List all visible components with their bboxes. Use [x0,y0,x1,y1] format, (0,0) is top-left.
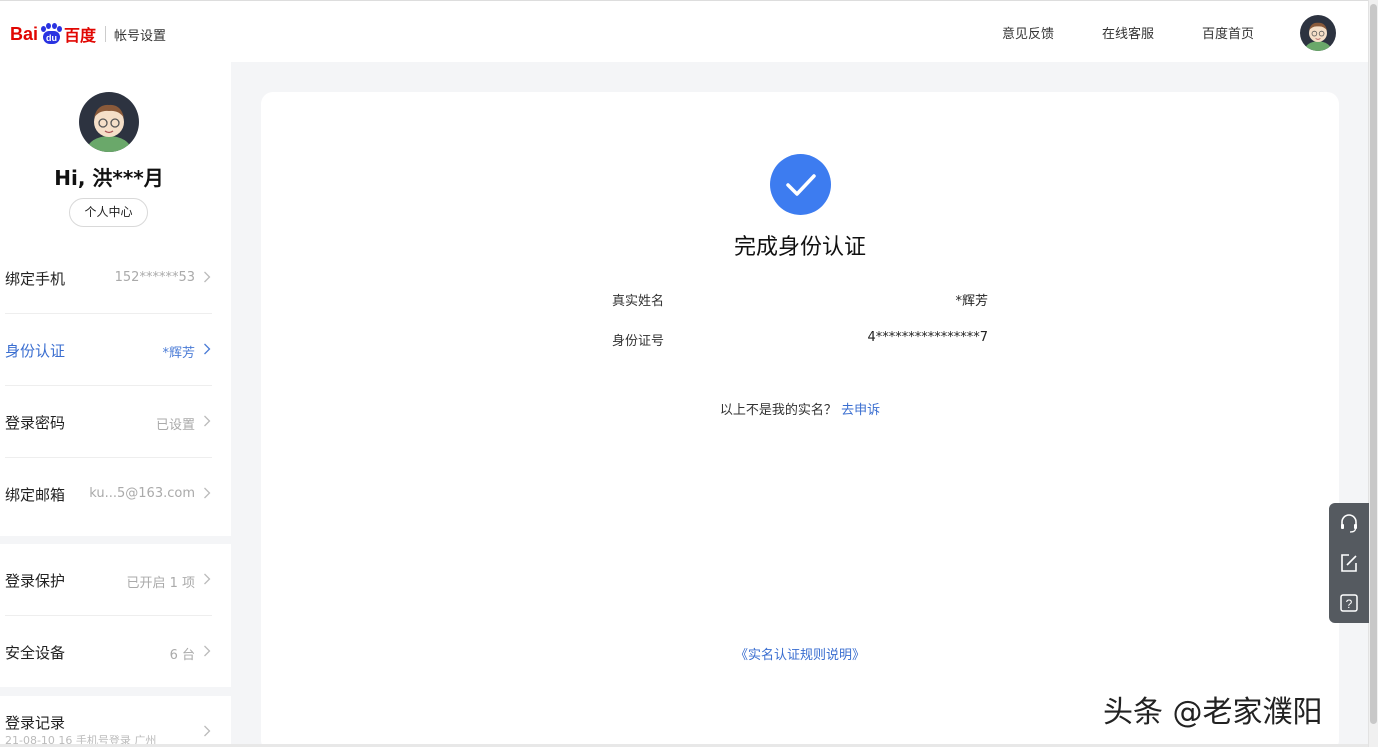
nav-feedback-link[interactable]: 意见反馈 [1002,23,1054,42]
page-title: 完成身份认证 [733,235,866,260]
chevron-right-icon [204,645,211,657]
not-me-row: 以上不是我的实名？ 去申诉 [261,399,1339,418]
id-number-value: 4****************7 [867,330,988,345]
sidebar-item-label: 登录密码 [5,414,66,432]
check-icon [770,154,831,215]
chevron-right-icon [204,415,211,427]
sidebar-item-value: ku...5@163.com [89,486,195,501]
sidebar-item-password[interactable]: 登录密码 已设置 [5,386,212,458]
real-name-label: 真实姓名 [612,294,665,309]
help-icon[interactable]: ? [1338,592,1360,614]
real-name-value: *辉芳 [955,294,988,309]
logo-text-bai: Bai [10,23,39,44]
sidebar-item-value: 6 台 [169,648,195,663]
chevron-right-icon [204,487,211,499]
sidebar: Hi, 洪***月 个人中心 绑定手机 152******53 身份认证 *辉芳… [0,62,231,747]
sidebar-item-label: 绑定手机 [5,270,66,288]
sidebar-block-records: 登录记录 21-08-10 16 手机号登录 广州 [0,696,231,747]
not-me-text: 以上不是我的实名？ [719,403,837,418]
rules-row: 《实名认证规则说明》 [261,644,1339,663]
logo-divider [105,26,107,42]
sidebar-item-bind-phone[interactable]: 绑定手机 152******53 [5,242,212,314]
chevron-right-icon [204,343,211,355]
sidebar-item-login-protect[interactable]: 登录保护 已开启 1 项 [5,544,212,616]
page-subtitle: 帐号设置 [114,28,167,44]
profile-avatar[interactable] [79,92,139,152]
paw-icon: du [39,23,63,45]
sidebar-item-value: 已开启 1 项 [126,576,195,591]
floating-toolbar: ? [1329,503,1369,623]
sidebar-item-label: 登录保护 [5,572,66,590]
sidebar-item-value: 已设置 [155,418,195,433]
sidebar-block-main: Hi, 洪***月 个人中心 绑定手机 152******53 身份认证 *辉芳… [0,62,231,536]
svg-text:?: ? [1346,597,1353,611]
sidebar-item-label: 身份认证 [5,342,66,360]
scrollbar-thumb[interactable] [1370,4,1377,724]
chevron-right-icon [204,271,211,283]
personal-center-button[interactable]: 个人中心 [69,198,148,227]
nav-online-service-link[interactable]: 在线客服 [1102,23,1154,42]
watermark-text: 头条 @老家濮阳 [1103,695,1323,730]
baidu-logo[interactable]: Bai du 百度 帐号设置 [10,19,166,49]
sidebar-item-identity[interactable]: 身份认证 *辉芳 [5,314,212,386]
sidebar-item-bind-email[interactable]: 绑定邮箱 ku...5@163.com [5,458,212,530]
page-scrollbar[interactable] [1368,0,1378,747]
headset-icon[interactable] [1338,512,1360,534]
sidebar-item-value: 152******53 [114,270,195,285]
logo-text-du: du [43,31,61,44]
sidebar-item-devices[interactable]: 安全设备 6 台 [5,616,212,688]
chevron-right-icon [204,725,211,737]
user-avatar-icon [1300,15,1336,51]
sidebar-item-label: 绑定邮箱 [5,486,66,504]
sidebar-block-security: 登录保护 已开启 1 项 安全设备 6 台 [0,544,231,687]
identity-result-card: 完成身份认证 真实姓名 *辉芳 身份证号 4****************7 … [261,92,1339,747]
greeting-text: Hi, 洪***月 [54,166,164,190]
header-avatar[interactable] [1300,15,1336,51]
chevron-right-icon [204,573,211,585]
edit-icon[interactable] [1338,552,1360,574]
top-header: Bai du 百度 帐号设置 意见反馈 在线客服 百度首页 [0,0,1368,62]
id-number-label: 身份证号 [612,334,665,349]
user-avatar-icon [79,92,139,152]
logo-text-cn: 百度 [64,26,97,45]
rules-link[interactable]: 《实名认证规则说明》 [735,648,865,663]
appeal-link[interactable]: 去申诉 [841,403,880,418]
sidebar-item-login-records[interactable]: 登录记录 21-08-10 16 手机号登录 广州 [5,696,212,747]
sidebar-item-value: *辉芳 [162,346,195,361]
nav-baidu-home-link[interactable]: 百度首页 [1202,23,1254,42]
sidebar-item-label: 安全设备 [5,644,66,662]
sidebar-item-label: 登录记录 [5,714,66,732]
